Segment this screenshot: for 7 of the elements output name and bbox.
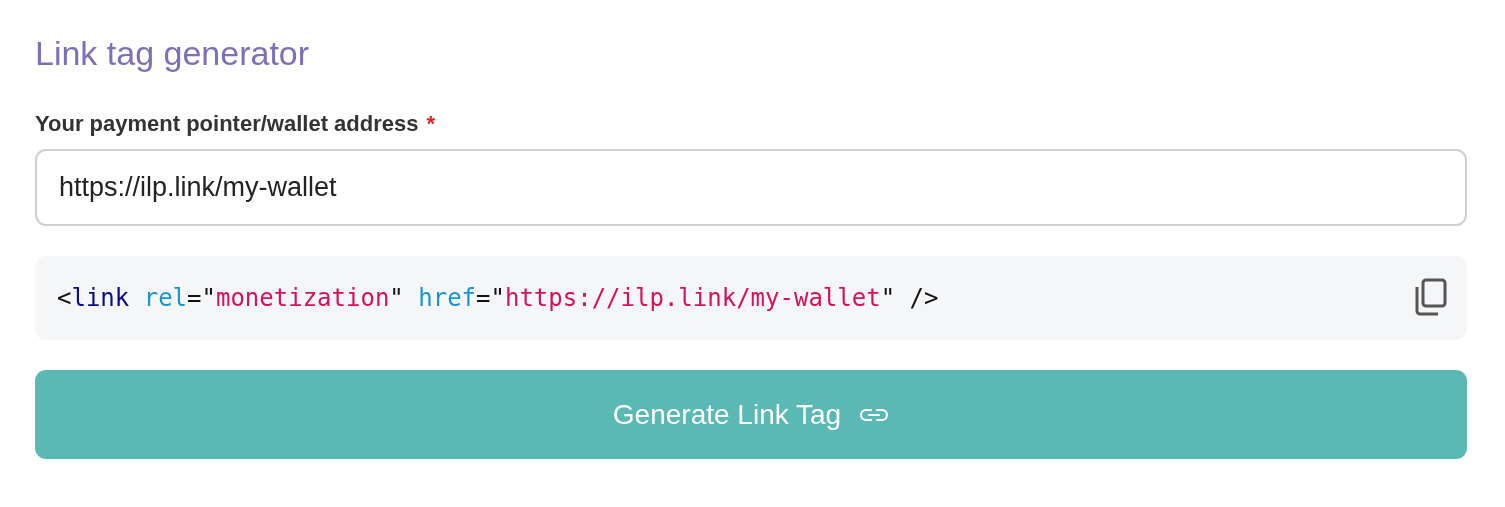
- copy-icon[interactable]: [1413, 277, 1447, 319]
- wallet-address-field[interactable]: https://ilp.link/my-wallet: [35, 149, 1467, 226]
- link-icon: [859, 406, 890, 423]
- code-snippet: <link rel="monetization" href="https://ilp.link/my-wallet" />: [57, 284, 939, 312]
- section-title: Link tag generator: [35, 34, 311, 73]
- field-label: Your payment pointer/wallet address: [35, 111, 419, 137]
- required-asterisk: *: [426, 111, 436, 137]
